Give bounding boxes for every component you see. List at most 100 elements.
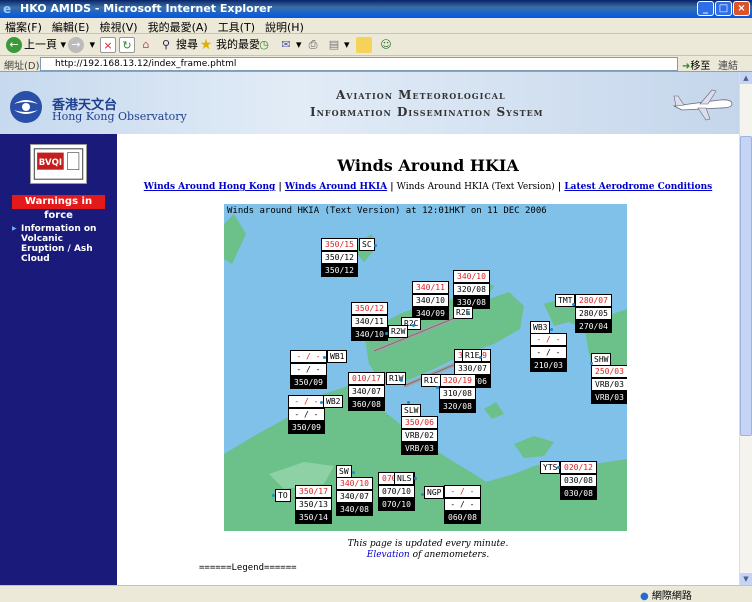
mail-button[interactable]: ✉ ▾ bbox=[278, 37, 301, 53]
station-wb3-readings: - / -- / -210/03 bbox=[530, 333, 567, 372]
back-arrow-icon: ← bbox=[6, 37, 22, 53]
bullet-arrow-icon: ▶ bbox=[12, 225, 17, 232]
station-yts-wind-10min: 030/08 bbox=[560, 487, 597, 500]
edit-button[interactable]: ▤ ▾ bbox=[326, 37, 350, 53]
station-r2e-readings: 340/10 320/08 330/08 bbox=[453, 270, 490, 309]
address-bar: 網址(D) http://192.168.13.12/index_frame.p… bbox=[0, 56, 752, 72]
station-shw-label: SHW bbox=[591, 353, 612, 366]
elevation-rest: of anemometers. bbox=[412, 550, 490, 560]
station-slw-readings: 350/06 VRB/02 VRB/03 bbox=[401, 416, 438, 455]
station-wb1-marker-icon bbox=[323, 356, 326, 359]
station-wb3-gust: - / - bbox=[530, 333, 567, 346]
nav-links: Winds Around Hong Kong | Winds Around HK… bbox=[143, 182, 713, 192]
station-r2c-mean-wind: 340/10 bbox=[412, 294, 449, 307]
station-r2w-wind-10min: 340/10 bbox=[351, 328, 388, 341]
station-slw-mean-wind: VRB/02 bbox=[401, 429, 438, 442]
back-button[interactable]: ← 上一頁 ▾ bbox=[6, 37, 66, 53]
address-input[interactable]: http://192.168.13.12/index_frame.phtml bbox=[40, 57, 678, 71]
current-page-label: Winds Around HKIA (Text Version) bbox=[396, 182, 555, 192]
print-button[interactable]: ⎙ bbox=[305, 37, 323, 53]
links-button[interactable]: 連結 bbox=[718, 57, 738, 72]
stop-icon: × bbox=[100, 37, 116, 53]
station-yts-mean-wind: 030/08 bbox=[560, 474, 597, 487]
scroll-down-icon[interactable]: ▼ bbox=[740, 573, 752, 585]
page-viewport: 香港天文台 Hong Kong Observatory Aviation Met… bbox=[0, 72, 739, 585]
station-shw-wind-10min: VRB/03 bbox=[591, 391, 627, 404]
print-icon: ⎙ bbox=[308, 38, 318, 51]
station-wb2-wind-10min: 350/09 bbox=[288, 421, 325, 434]
scroll-thumb[interactable] bbox=[740, 136, 752, 436]
edit-icon: ▤ bbox=[328, 38, 340, 51]
station-sw-gust: 340/10 bbox=[336, 477, 373, 490]
station-tmt-gust: 280/07 bbox=[575, 294, 612, 307]
station-r1w-marker-icon bbox=[400, 379, 403, 382]
station-slw-label: SLW bbox=[401, 404, 422, 417]
search-icon: ⚲ bbox=[161, 38, 171, 51]
station-r2c-marker-icon bbox=[412, 324, 415, 327]
close-button[interactable]: × bbox=[733, 1, 750, 16]
history-button[interactable]: ◷ bbox=[256, 37, 274, 53]
messenger-icon: ☺ bbox=[380, 38, 392, 51]
station-wb3-marker-icon bbox=[550, 328, 553, 331]
stop-button[interactable]: × bbox=[100, 37, 118, 53]
station-to-wind-10min: 350/14 bbox=[295, 511, 332, 524]
link-winds-around-hong-kong[interactable]: Winds Around Hong Kong bbox=[144, 182, 276, 192]
station-ngp-gust: - / - bbox=[444, 485, 481, 498]
station-r2w-marker-icon bbox=[385, 332, 388, 335]
sidebar: BVQI Warnings in force ▶ Information on … bbox=[0, 134, 117, 585]
folder-button[interactable] bbox=[356, 37, 374, 53]
minimize-button[interactable]: _ bbox=[697, 1, 714, 16]
station-to-readings: 350/17 350/13 350/14 bbox=[295, 485, 332, 524]
station-wb1-wind-10min: 350/09 bbox=[290, 376, 327, 389]
svg-text:BVQI: BVQI bbox=[39, 158, 62, 168]
home-button[interactable]: ⌂ bbox=[138, 37, 156, 53]
scroll-up-icon[interactable]: ▲ bbox=[740, 72, 752, 84]
messenger-button[interactable]: ☺ bbox=[378, 37, 396, 53]
elevation-link[interactable]: Elevation bbox=[367, 550, 413, 560]
history-icon: ◷ bbox=[259, 38, 269, 51]
station-sc-gust: 350/15 bbox=[321, 238, 358, 251]
station-slw-gust: 350/06 bbox=[401, 416, 438, 429]
station-wb3-mean-wind: - / - bbox=[530, 346, 567, 359]
vertical-scrollbar[interactable]: ▲ ▼ bbox=[739, 72, 752, 585]
warnings-in-force-button[interactable]: Warnings in force bbox=[12, 195, 105, 221]
station-wb3-wind-10min: 210/03 bbox=[530, 359, 567, 372]
station-ngp-marker-icon bbox=[421, 493, 424, 496]
volcanic-info-link[interactable]: ▶ Information on Volcanic Eruption / Ash… bbox=[12, 224, 102, 264]
station-to-gust: 350/17 bbox=[295, 485, 332, 498]
station-sc-readings: 350/15 350/12 350/12 bbox=[321, 238, 358, 277]
station-r2c-gust: 340/11 bbox=[412, 281, 449, 294]
toolbar: ← 上一頁 ▾ → ▾ × ↻ ⌂ ⚲ 搜尋 ★ 我的最愛 ◷ ✉ ▾ ⎙ ▤ ▾ ☺ bbox=[0, 34, 752, 56]
favorites-button[interactable]: ★ 我的最愛 bbox=[198, 37, 260, 53]
station-shw-gust: 250/03 bbox=[591, 365, 627, 378]
refresh-icon: ↻ bbox=[119, 37, 135, 53]
ie-icon: e bbox=[3, 2, 12, 16]
forward-button[interactable]: → ▾ bbox=[68, 37, 95, 53]
go-button[interactable]: ➜移至 bbox=[682, 57, 710, 72]
station-yts-gust: 020/12 bbox=[560, 461, 597, 474]
station-tmt-wind-10min: 270/04 bbox=[575, 320, 612, 333]
link-latest-aerodrome[interactable]: Latest Aerodrome Conditions bbox=[564, 182, 712, 192]
station-shw-mean-wind: VRB/03 bbox=[591, 378, 627, 391]
station-sc-mean-wind: 350/12 bbox=[321, 251, 358, 264]
logo-english-name: Hong Kong Observatory bbox=[52, 110, 187, 123]
station-nls-marker-icon bbox=[414, 477, 417, 480]
refresh-button[interactable]: ↻ bbox=[119, 37, 137, 53]
station-sw-readings: 340/10 340/07 340/08 bbox=[336, 477, 373, 516]
search-button[interactable]: ⚲ 搜尋 bbox=[158, 37, 198, 53]
station-nls-wind-10min: 070/10 bbox=[378, 498, 415, 511]
station-sw-mean-wind: 340/07 bbox=[336, 490, 373, 503]
station-to-marker-icon bbox=[272, 494, 275, 497]
station-wb2-label: WB2 bbox=[323, 395, 344, 408]
window-titlebar: e HKO AMIDS - Microsoft Internet Explore… bbox=[0, 0, 752, 18]
station-r1w-wind-10min: 360/08 bbox=[348, 398, 385, 411]
station-r2w-gust: 350/12 bbox=[351, 302, 388, 315]
station-shw-readings: 250/03 VRB/03 VRB/03 bbox=[591, 365, 627, 404]
station-r2e-mean-wind: 320/08 bbox=[453, 283, 490, 296]
globe-icon: ● bbox=[640, 591, 649, 602]
maximize-button[interactable]: □ bbox=[715, 1, 732, 16]
link-winds-around-hkia[interactable]: Winds Around HKIA bbox=[285, 182, 387, 192]
station-wb1-mean-wind: - / - bbox=[290, 363, 327, 376]
station-r2w-label: R2W bbox=[388, 325, 409, 338]
station-slw-marker-icon bbox=[407, 401, 410, 404]
